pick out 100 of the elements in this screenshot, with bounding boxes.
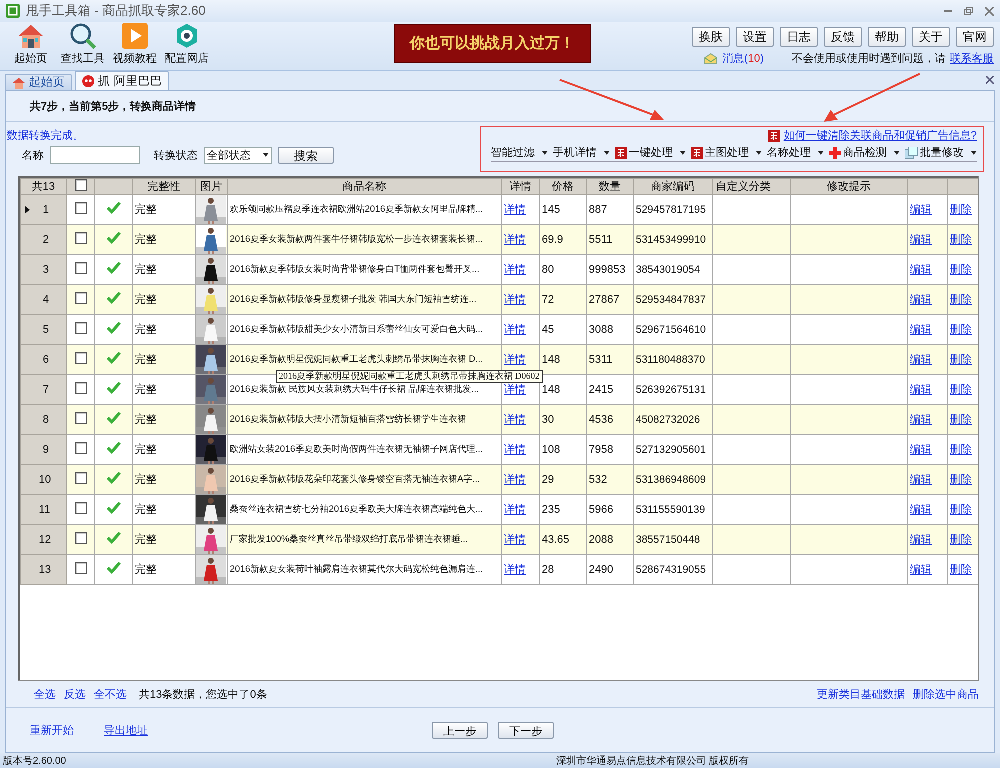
selection-link[interactable]: 全选 [34, 686, 56, 702]
table-cell: 529534847837 [636, 294, 706, 306]
table-cell: 3088 [589, 324, 614, 336]
row-checkbox[interactable] [74, 202, 86, 214]
menu-button[interactable]: 商品检测 [829, 145, 900, 160]
table-cell: 完整 [135, 504, 157, 516]
magnifier-icon [68, 22, 98, 50]
product-name: 2016夏季新款明星倪妮同款重工老虎头刺绣吊带抹胸连衣裙 D... [230, 354, 484, 364]
caret-icon [680, 150, 686, 154]
caret-icon [604, 150, 610, 154]
product-name: 2016夏季新款韩版花朵印花套头修身镂空百搭无袖连衣裙A字... [230, 474, 480, 484]
row-count-header: 共13 [20, 178, 66, 194]
caret-icon [894, 150, 900, 154]
product-name: 2016夏装新款韩版大摆小清新短袖百搭雪纺长裙学生连衣裙 [230, 414, 466, 424]
windows-icon [905, 146, 918, 158]
header-button[interactable]: 反馈 [824, 27, 862, 47]
row-number: 3 [43, 264, 50, 276]
table-cell: 完整 [135, 384, 157, 396]
status-message: 数据转换完成。 [7, 128, 85, 143]
footer-link[interactable]: 重新开始 [30, 722, 74, 738]
promo-banner[interactable]: 你也可以挑战月入过万！ [394, 24, 591, 63]
medical-cross-icon [829, 146, 841, 158]
product-name: 2016新款夏女装荷叶袖露肩连衣裙莫代尔大码宽松纯色漏肩连... [230, 564, 484, 574]
menu-button[interactable]: 名称处理 [767, 145, 824, 160]
table-cell: 148 [542, 384, 560, 396]
check-icon [106, 502, 120, 514]
table-cell: 235 [542, 504, 560, 516]
menu-button[interactable]: 主图处理 [691, 145, 762, 160]
bulk-action-link[interactable]: 删除选中商品 [913, 686, 979, 702]
header-button[interactable]: 官网 [956, 27, 994, 47]
header-button[interactable]: 帮助 [868, 27, 906, 47]
check-icon [106, 352, 120, 364]
field-label: 名称 [22, 148, 44, 162]
step-button[interactable]: 下一步 [498, 722, 554, 738]
row-checkbox[interactable] [74, 352, 86, 364]
selection-link[interactable]: 全不选 [94, 686, 127, 702]
row-checkbox[interactable] [74, 262, 86, 274]
menu-button[interactable]: 智能过滤 [491, 145, 548, 160]
close-icon[interactable] [985, 6, 994, 16]
footer-link[interactable]: 导出地址 [104, 722, 148, 738]
selection-link[interactable]: 反选 [64, 686, 86, 702]
menu-button[interactable]: 手机详情 [553, 145, 610, 160]
row-checkbox[interactable] [74, 532, 86, 544]
column-header: 商品名称 [228, 178, 502, 194]
row-checkbox[interactable] [74, 382, 86, 394]
toolbar-button[interactable]: 视频教程 [110, 22, 160, 66]
toolbar-button[interactable]: 起始页 [6, 22, 56, 66]
caret-icon [818, 150, 824, 154]
app-logo-icon [6, 4, 20, 18]
name-field[interactable] [50, 146, 140, 164]
header-button[interactable]: 换肤 [692, 27, 730, 47]
select-all-checkbox[interactable] [74, 179, 86, 191]
status-select[interactable]: 全部状态 [204, 146, 272, 164]
tab[interactable]: 起始页 [5, 74, 72, 90]
toolbar-button[interactable]: 查找工具 [58, 22, 108, 66]
caret-icon [542, 150, 548, 154]
row-checkbox[interactable] [74, 412, 86, 424]
row-number: 1 [43, 204, 50, 216]
check-icon [106, 472, 120, 484]
header-button[interactable]: 设置 [736, 27, 774, 47]
check-icon [106, 532, 120, 544]
table-cell: 72 [542, 294, 554, 306]
toolbar-button[interactable]: 配置网店 [162, 22, 212, 66]
table-cell: 完整 [135, 534, 157, 546]
row-checkbox[interactable] [74, 472, 86, 484]
column-header: 价格 [540, 178, 586, 194]
messages-link[interactable]: 消息(10) [722, 51, 764, 66]
tab[interactable]: 抓 阿里巴巴 [75, 71, 169, 90]
row-checkbox[interactable] [74, 292, 86, 304]
table-cell: 2490 [589, 564, 614, 576]
help-link[interactable]: 如何一键清除关联商品和促销广告信息? [784, 128, 977, 143]
restore-icon[interactable] [964, 7, 973, 15]
table-cell: 43.65 [542, 534, 570, 546]
header-button[interactable]: 日志 [780, 27, 818, 47]
table-cell: 45082732026 [636, 414, 700, 426]
header-button[interactable]: 关于 [912, 27, 950, 47]
table-cell: 999853 [589, 264, 626, 276]
table-cell: 527132905601 [636, 444, 706, 456]
table-cell: 528674319055 [636, 564, 706, 576]
menu-button[interactable]: 一键处理 [615, 145, 686, 160]
search-button[interactable]: 搜索 [278, 146, 334, 164]
window-title: 甩手工具箱 - 商品抓取专家2.60 [26, 2, 206, 20]
row-checkbox[interactable] [74, 442, 86, 454]
table-cell: 2415 [589, 384, 614, 396]
step-button[interactable]: 上一步 [432, 722, 488, 738]
table-cell: 完整 [135, 264, 157, 276]
row-checkbox[interactable] [74, 562, 86, 574]
contact-link[interactable]: 联系客服 [950, 51, 994, 66]
row-checkbox[interactable] [74, 322, 86, 334]
table-cell: 27867 [589, 294, 620, 306]
table-cell: 5311 [589, 354, 613, 366]
row-number: 5 [43, 324, 50, 336]
row-checkbox[interactable] [74, 232, 86, 244]
close-icon[interactable] [986, 76, 994, 84]
column-header: 商家编码 [634, 178, 712, 194]
menu-button[interactable]: 批量修改 [905, 145, 977, 160]
row-number: 6 [43, 354, 50, 366]
selection-summary: 共13条数据，您选中了0条 [139, 688, 268, 702]
bulk-action-link[interactable]: 更新类目基础数据 [817, 686, 905, 702]
row-checkbox[interactable] [74, 502, 86, 514]
